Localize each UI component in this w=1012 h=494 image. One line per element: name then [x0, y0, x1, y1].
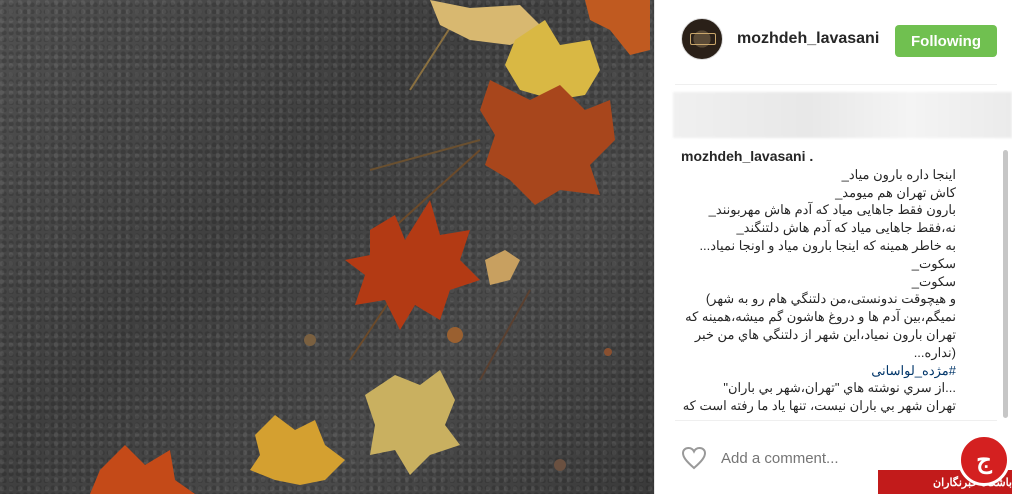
watermark-logo-glyph: ج [976, 446, 992, 474]
caption-line: به خاطر همینه که اینجا بارون میاد و اونج… [699, 237, 956, 253]
caption-line: و هیچوقت ندونستی،من دلتنگي هام رو به شهر… [705, 291, 956, 307]
post-header: mozhdeh_lavasani Following [655, 0, 1012, 84]
post-photo[interactable] [0, 0, 654, 494]
caption-line: کاش تهران هم میومد_ [835, 184, 956, 200]
caption-line: تهران بارون نمیاد،این شهر از دلتنگي هاي … [694, 326, 956, 342]
avatar[interactable] [681, 18, 723, 60]
header-divider [675, 84, 997, 85]
caption-username[interactable]: mozhdeh_lavasani . [681, 148, 956, 166]
caption-line: بارون فقط جاهایی میاد که آدم هاش مهربونن… [708, 202, 956, 218]
blurred-region [673, 92, 1012, 138]
caption-line: (نداره... [913, 344, 956, 360]
autumn-leaves-image [90, 0, 650, 494]
caption-line: اینجا داره بارون میاد_ [841, 166, 956, 182]
caption: mozhdeh_lavasani . اینجا داره بارون میاد… [681, 148, 956, 424]
caption-line: نه،فقط جاهایی میاد که آدم هاش دلتنگند_ [736, 220, 956, 236]
caption-line: نمیگم،بین آدم ها و دروغ هاشون گم میشه،هم… [685, 309, 956, 325]
username-link[interactable]: mozhdeh_lavasani [737, 30, 879, 48]
caption-line: سکوت_ [911, 255, 956, 271]
caption-line: سکوت_ [911, 273, 956, 289]
heart-icon[interactable] [681, 446, 707, 470]
caption-line: ...از سري نوشته هاي "تهران،شهر بي باران" [723, 380, 956, 396]
caption-scrollbar[interactable] [1003, 150, 1008, 418]
watermark-logo: ج [958, 434, 1010, 486]
comment-input[interactable] [719, 446, 923, 470]
following-button[interactable]: Following [895, 25, 997, 57]
caption-line: تهران شهر بي باران نيست، تنها ياد ما رفت… [682, 398, 956, 414]
hashtag-link[interactable]: #مژده_لواسانی [681, 362, 956, 380]
